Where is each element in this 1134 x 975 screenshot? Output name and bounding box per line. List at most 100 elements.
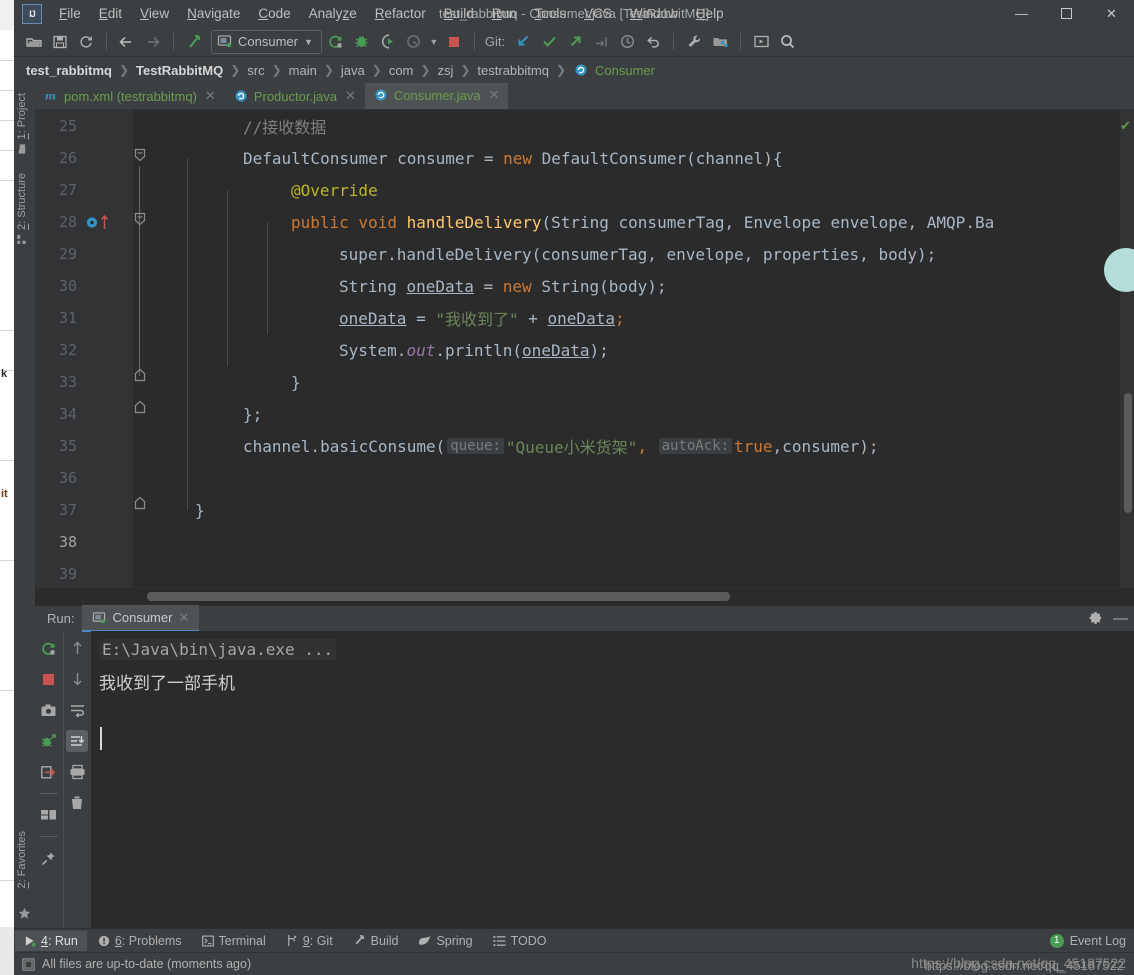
breadcrumb-item-5[interactable]: com	[387, 63, 416, 78]
run-configuration-selector[interactable]: Consumer ▼	[211, 29, 322, 54]
editor-vertical-scrollbar[interactable]	[1124, 393, 1132, 513]
hscroll-track[interactable]	[147, 592, 1120, 601]
bottom-item-problems[interactable]: 6: Problems	[89, 931, 191, 951]
project-structure-icon[interactable]	[708, 31, 732, 53]
run-anything-icon[interactable]	[749, 31, 773, 53]
editor-horizontal-scrollbar-area[interactable]	[35, 587, 1134, 605]
editor-tab-consumer-java[interactable]: Consumer.java ✕	[364, 83, 509, 109]
undo-icon[interactable]	[641, 31, 665, 53]
menu-item-refactor[interactable]: Refactor	[366, 3, 435, 24]
run-with-coverage-icon[interactable]	[376, 31, 400, 53]
stop-icon[interactable]	[38, 668, 60, 690]
editor-marker-gutter[interactable]: ✔	[1120, 110, 1134, 587]
breadcrumb-item-7[interactable]: testrabbitmq	[475, 63, 551, 78]
push-icon[interactable]	[563, 31, 587, 53]
chevron-down-icon[interactable]: ▼	[304, 37, 313, 47]
up-arrow-icon[interactable]	[66, 637, 88, 659]
menu-item-analyze[interactable]: Analyze	[300, 3, 366, 24]
fold-collapse-icon[interactable]	[134, 212, 146, 230]
profile-dropdown-icon[interactable]: ▼	[428, 31, 440, 53]
pin-icon[interactable]	[38, 847, 60, 869]
editor-gutter[interactable]: 25 26 27 28 29 30 31 32 33 34 35 36 37 3…	[35, 110, 133, 587]
star-icon[interactable]	[18, 907, 31, 920]
menu-item-code[interactable]: Code	[249, 3, 299, 24]
forward-arrow-icon[interactable]	[141, 31, 165, 53]
bottom-item-terminal[interactable]: Terminal	[193, 931, 275, 951]
bottom-item-git[interactable]: 9: Git	[277, 931, 342, 951]
build-hammer-icon[interactable]	[182, 31, 206, 53]
menu-item-file[interactable]: File	[50, 3, 90, 24]
close-icon[interactable]: ✕	[205, 88, 216, 104]
export-icon[interactable]	[38, 761, 60, 783]
editor-tab-pom-xml[interactable]: m pom.xml (testrabbitmq) ✕	[35, 83, 225, 109]
fold-end-icon[interactable]	[134, 496, 146, 510]
down-arrow-icon[interactable]	[66, 668, 88, 690]
close-icon[interactable]: ✕	[345, 88, 356, 104]
editor-fold-bar[interactable]	[133, 110, 147, 587]
fold-end-icon[interactable]	[134, 368, 146, 382]
document-icon[interactable]	[22, 957, 35, 971]
breadcrumb-item-2[interactable]: src	[245, 63, 266, 78]
minimize-icon[interactable]: —	[1113, 611, 1128, 626]
minimize-button[interactable]: —	[999, 0, 1044, 27]
attach-debugger-icon[interactable]	[38, 730, 60, 752]
print-icon[interactable]	[66, 761, 88, 783]
commit-icon[interactable]	[537, 31, 561, 53]
problems-icon	[98, 935, 110, 946]
update-project-icon[interactable]	[511, 31, 535, 53]
fold-collapse-icon[interactable]	[134, 148, 146, 166]
bottom-item-run[interactable]: 4: Run	[15, 930, 87, 951]
back-arrow-icon[interactable]	[115, 31, 139, 53]
menu-item-edit[interactable]: Edit	[90, 3, 131, 24]
menu-item-view[interactable]: View	[131, 3, 178, 24]
run-tab-consumer[interactable]: Consumer ✕	[82, 605, 200, 632]
screenshot-icon[interactable]	[38, 699, 60, 721]
stop-icon[interactable]	[442, 31, 466, 53]
event-log-button[interactable]: 1 Event Log	[1049, 933, 1126, 948]
breadcrumb-item-6[interactable]: zsj	[435, 63, 455, 78]
save-all-icon[interactable]	[48, 31, 72, 53]
code-text-area[interactable]: //接收数据 DefaultConsumer consumer = new De…	[147, 110, 1120, 587]
breadcrumb-item-8[interactable]: Consumer	[593, 63, 657, 78]
breadcrumb-item-0[interactable]: test_rabbitmq	[24, 63, 114, 78]
fold-end-icon[interactable]	[134, 400, 146, 414]
history-icon[interactable]	[615, 31, 639, 53]
sidebar-item-favorites[interactable]: 2: Favorites	[13, 827, 31, 892]
code-editor[interactable]: 25 26 27 28 29 30 31 32 33 34 35 36 37 3…	[35, 110, 1134, 587]
debug-icon[interactable]	[350, 31, 374, 53]
breadcrumb-item-4[interactable]: java	[339, 63, 367, 78]
gear-icon[interactable]	[1088, 611, 1103, 626]
scroll-to-end-icon[interactable]	[66, 730, 89, 752]
bottom-item-todo[interactable]: TODO	[484, 931, 556, 951]
editor-tab-productor-java[interactable]: Productor.java ✕	[225, 83, 365, 109]
maximize-button[interactable]	[1044, 0, 1089, 27]
rerun-icon[interactable]	[38, 637, 60, 659]
search-everywhere-icon[interactable]	[775, 31, 799, 53]
trash-icon[interactable]	[66, 792, 88, 814]
menu-item-navigate[interactable]: Navigate	[178, 3, 249, 24]
close-button[interactable]: ✕	[1089, 0, 1134, 27]
settings-wrench-icon[interactable]	[682, 31, 706, 53]
close-icon[interactable]: ✕	[489, 87, 500, 103]
bottom-item-build[interactable]: Build	[344, 931, 408, 951]
sidebar-item-structure[interactable]: 2: Structure	[13, 169, 31, 249]
bottom-item-spring[interactable]: Spring	[409, 931, 481, 951]
code-line-27: @Override	[291, 180, 378, 200]
run-console-output[interactable]: E:\Java\bin\java.exe ... 我收到了一部手机	[91, 631, 1134, 928]
override-implements-icon[interactable]	[86, 216, 99, 229]
hscroll-thumb[interactable]	[147, 592, 730, 601]
profile-icon[interactable]	[402, 31, 426, 53]
soft-wrap-icon[interactable]	[66, 699, 88, 721]
layout-icon[interactable]	[38, 804, 60, 826]
breadcrumb-item-1[interactable]: TestRabbitMQ	[134, 63, 225, 78]
open-folder-icon[interactable]	[22, 31, 46, 53]
inspection-ok-icon[interactable]: ✔	[1120, 118, 1131, 134]
sync-icon[interactable]	[74, 31, 98, 53]
override-arrow-icon[interactable]	[100, 214, 109, 230]
run-icon[interactable]	[324, 31, 348, 53]
close-icon[interactable]: ✕	[178, 610, 189, 626]
breadcrumb-item-3[interactable]: main	[287, 63, 319, 78]
revert-icon[interactable]	[589, 31, 613, 53]
sidebar-item-project[interactable]: 1: Project	[13, 89, 31, 158]
java-class-icon	[575, 64, 587, 76]
